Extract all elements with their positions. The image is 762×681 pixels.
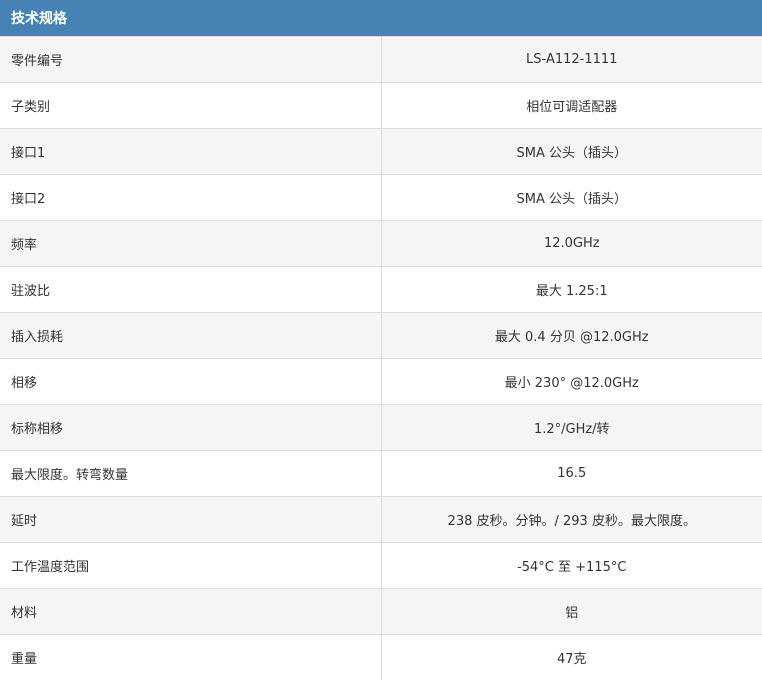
spec-label: 延时 xyxy=(0,495,382,542)
spec-value: 12.0GHz xyxy=(381,219,762,266)
spec-value: SMA 公头（插头） xyxy=(381,173,762,220)
table-row: 接口2 SMA 公头（插头） xyxy=(0,173,762,220)
spec-label: 接口2 xyxy=(0,173,382,220)
spec-value: SMA 公头（插头） xyxy=(381,127,762,174)
table-row: 延时 238 皮秒。分钟。/ 293 皮秒。最大限度。 xyxy=(0,495,762,542)
table-row: 频率 12.0GHz xyxy=(0,219,762,266)
table-row: 接口1 SMA 公头（插头） xyxy=(0,127,762,174)
spec-label: 接口1 xyxy=(0,127,382,174)
spec-label: 频率 xyxy=(0,219,382,266)
spec-table: 技术规格 零件编号 LS-A112-1111 子类别 相位可调适配器 接口1 S… xyxy=(0,0,762,680)
spec-value: -54°C 至 +115°C xyxy=(381,541,762,588)
header-row: 技术规格 xyxy=(0,0,762,36)
spec-label: 工作温度范围 xyxy=(0,541,382,588)
table-row: 工作温度范围 -54°C 至 +115°C xyxy=(0,541,762,588)
spec-label: 相移 xyxy=(0,357,382,404)
table-row: 子类别 相位可调适配器 xyxy=(0,81,762,128)
spec-table-body: 零件编号 LS-A112-1111 子类别 相位可调适配器 接口1 SMA 公头… xyxy=(0,35,762,680)
spec-value: LS-A112-1111 xyxy=(381,35,762,82)
spec-label: 标称相移 xyxy=(0,403,382,450)
spec-label: 零件编号 xyxy=(0,35,382,82)
table-row: 插入损耗 最大 0.4 分贝 @12.0GHz xyxy=(0,311,762,358)
table-row: 零件编号 LS-A112-1111 xyxy=(0,35,762,82)
spec-value: 铝 xyxy=(381,587,762,634)
spec-label: 子类别 xyxy=(0,81,382,128)
spec-value: 最大 1.25:1 xyxy=(381,265,762,312)
spec-value: 1.2°/GHz/转 xyxy=(381,403,762,450)
table-row: 最大限度。转弯数量 16.5 xyxy=(0,449,762,496)
spec-table-header: 技术规格 xyxy=(0,0,762,36)
spec-label: 最大限度。转弯数量 xyxy=(0,449,382,496)
spec-value: 相位可调适配器 xyxy=(381,81,762,128)
table-row: 驻波比 最大 1.25:1 xyxy=(0,265,762,312)
table-title: 技术规格 xyxy=(0,0,762,36)
table-row: 相移 最小 230° @12.0GHz xyxy=(0,357,762,404)
spec-label: 插入损耗 xyxy=(0,311,382,358)
spec-label: 重量 xyxy=(0,633,382,680)
table-row: 材料 铝 xyxy=(0,587,762,634)
spec-value: 16.5 xyxy=(381,449,762,496)
table-row: 重量 47克 xyxy=(0,633,762,680)
table-row: 标称相移 1.2°/GHz/转 xyxy=(0,403,762,450)
spec-value: 47克 xyxy=(381,633,762,680)
spec-label: 驻波比 xyxy=(0,265,382,312)
spec-label: 材料 xyxy=(0,587,382,634)
spec-value: 最小 230° @12.0GHz xyxy=(381,357,762,404)
spec-value: 238 皮秒。分钟。/ 293 皮秒。最大限度。 xyxy=(381,495,762,542)
spec-value: 最大 0.4 分贝 @12.0GHz xyxy=(381,311,762,358)
